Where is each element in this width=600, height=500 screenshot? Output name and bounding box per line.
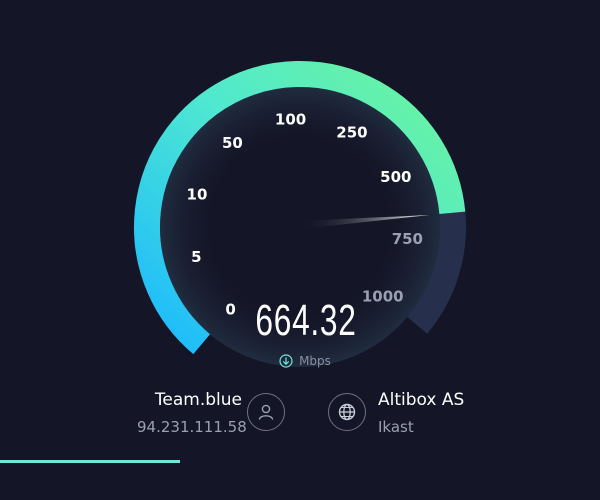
scale-label: 750 <box>392 230 423 248</box>
speed-value: 664.32 <box>255 296 357 345</box>
unit-row: Mbps <box>260 352 350 370</box>
server-name: Altibox AS <box>378 390 465 410</box>
globe-icon[interactable] <box>328 393 366 431</box>
scale-label: 250 <box>336 123 367 141</box>
download-arrow-icon <box>279 354 293 368</box>
scale-label: 5 <box>191 248 201 266</box>
test-progress-fill <box>0 460 180 463</box>
isp-info: Team.blue 94.231.111.58 <box>137 390 247 436</box>
server-info: Altibox AS Ikast <box>378 390 498 436</box>
test-progress-bar <box>0 460 600 463</box>
speedtest-app: 0 5 10 50 100 250 500 750 1000 664.32 Mbps Team.… <box>0 0 600 500</box>
scale-label: 500 <box>380 168 411 186</box>
user-icon[interactable] <box>247 393 285 431</box>
scale-label: 50 <box>222 134 243 152</box>
globe-icon-glyph <box>338 403 356 421</box>
isp-ip: 94.231.111.58 <box>137 418 247 436</box>
isp-name: Team.blue <box>154 390 242 410</box>
scale-label: 100 <box>275 110 306 128</box>
unit-label: Mbps <box>299 354 331 368</box>
user-icon-glyph <box>258 404 274 420</box>
speed-gauge: 0510501002505007501000 <box>134 61 466 367</box>
scale-label: 10 <box>187 186 208 204</box>
server-location: Ikast <box>378 418 414 436</box>
